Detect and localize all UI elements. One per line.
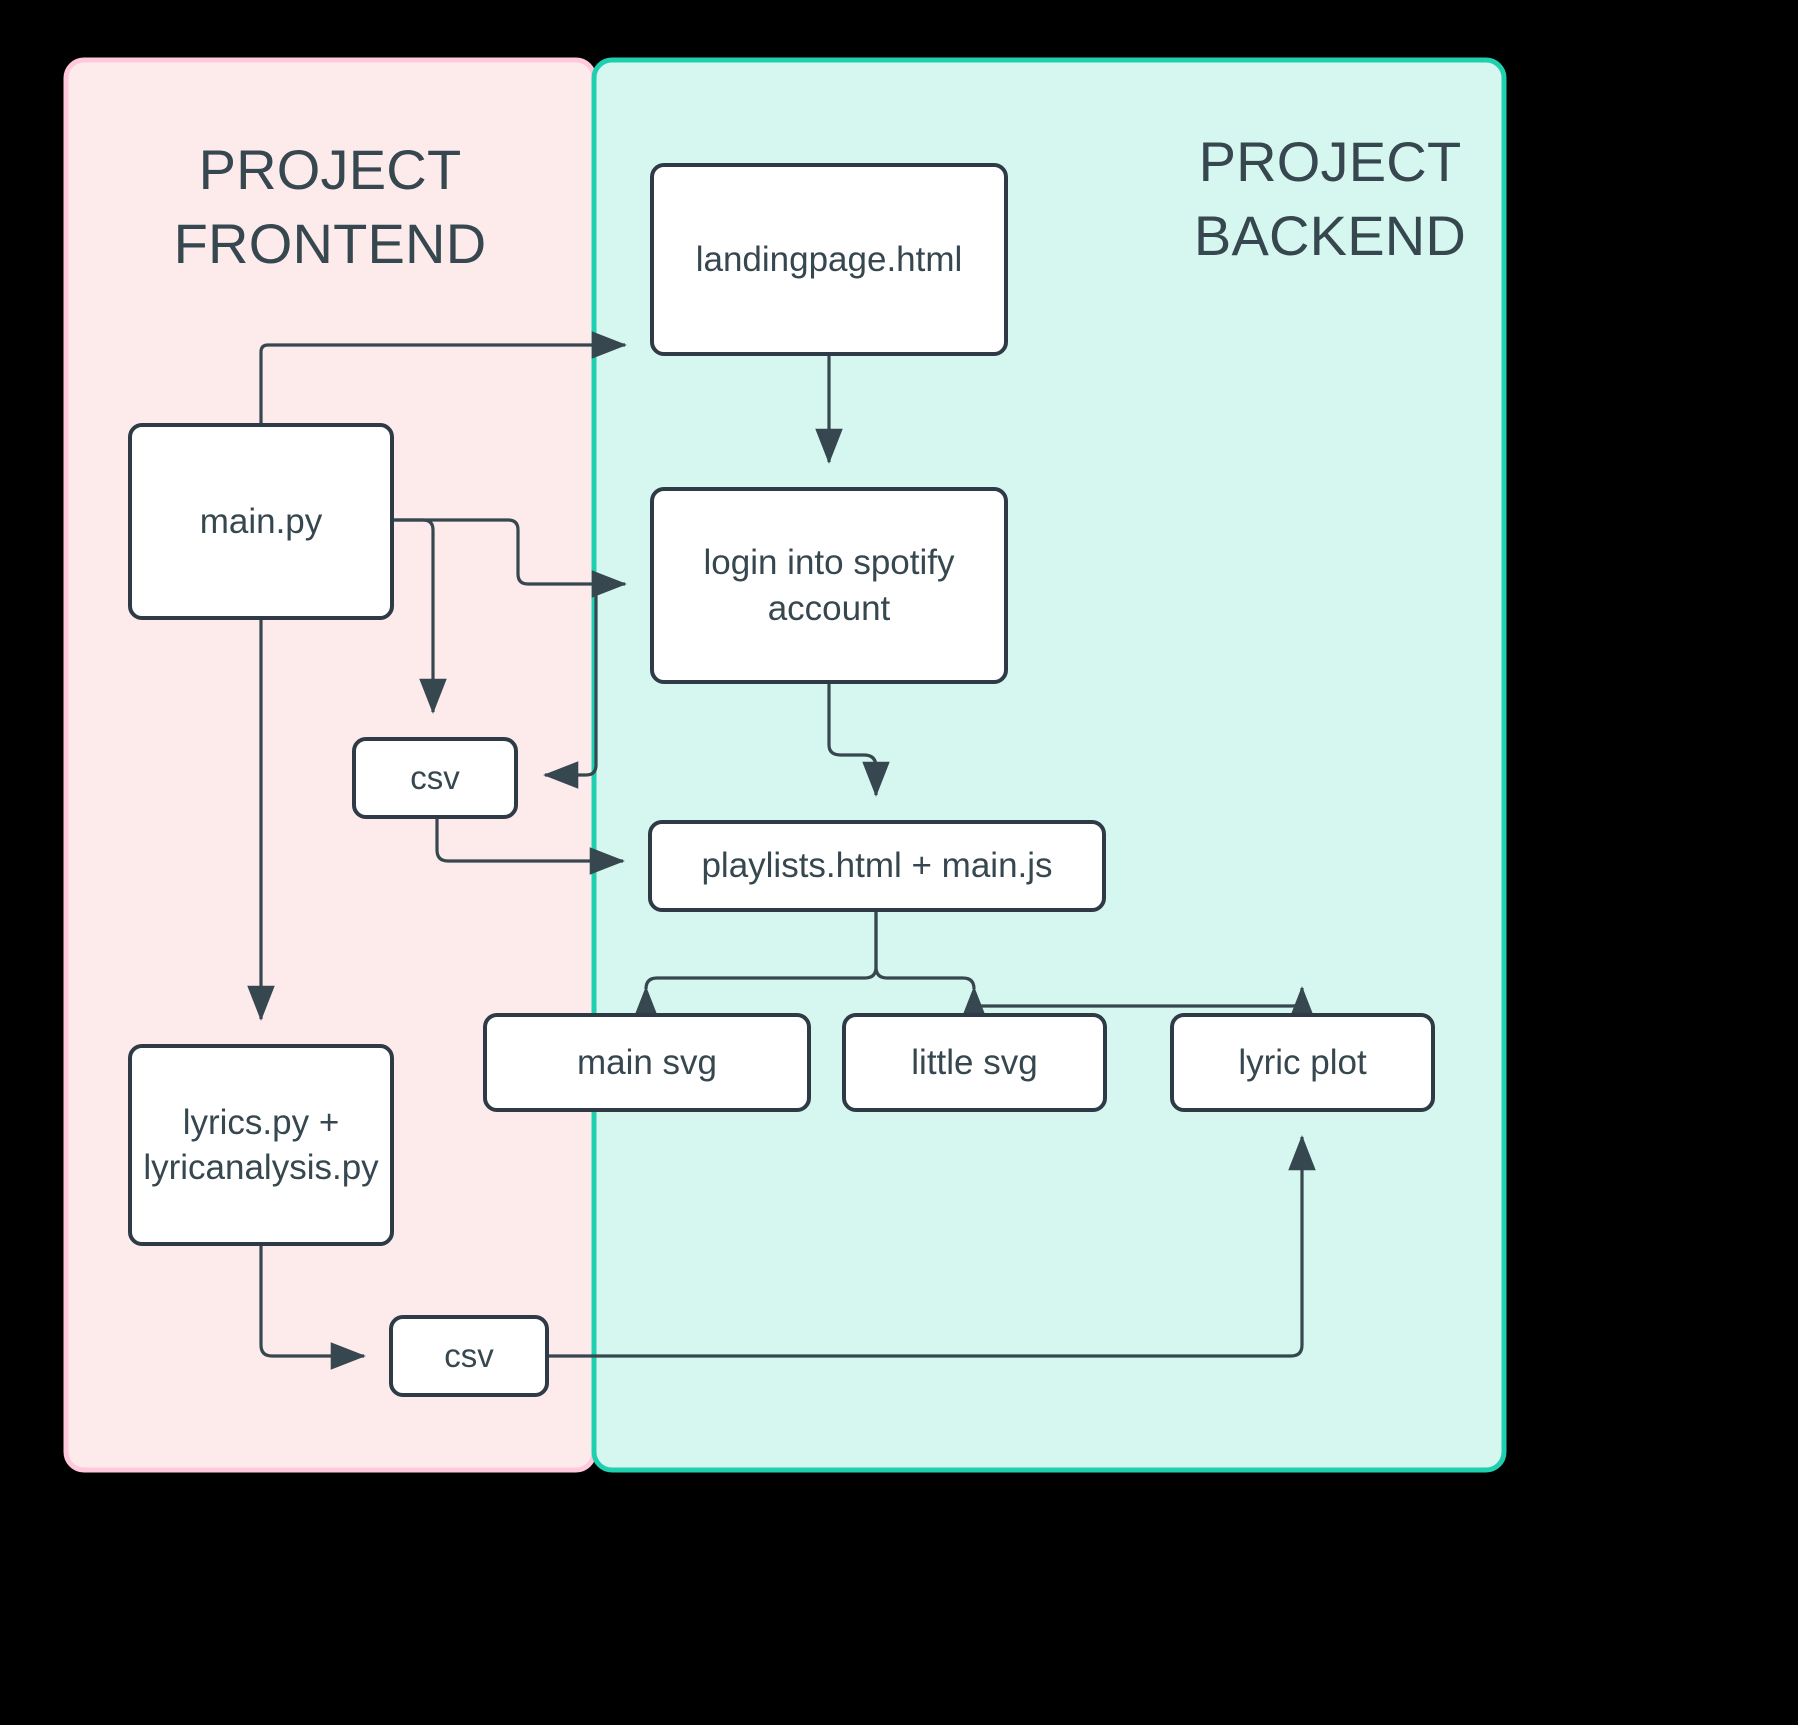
backend-panel-label: PROJECT BACKEND (1193, 130, 1467, 267)
node-main-py[interactable]: main.py (128, 423, 394, 620)
node-landingpage-html[interactable]: landingpage.html (650, 163, 1008, 356)
node-little-svg[interactable]: little svg (842, 1013, 1107, 1112)
diagram-canvas: PROJECT FRONTEND PROJECT BACKEND landing… (0, 0, 1798, 1725)
node-playlists-html-main-js[interactable]: playlists.html + main.js (648, 820, 1106, 912)
node-csv-top[interactable]: csv (352, 737, 518, 819)
node-login-into-spotify-account[interactable]: login into spotify account (650, 487, 1008, 684)
node-main-svg[interactable]: main svg (483, 1013, 811, 1112)
frontend-panel-label: PROJECT FRONTEND (173, 138, 487, 275)
node-lyrics-py-lyricanalysis-py[interactable]: lyrics.py + lyricanalysis.py (128, 1044, 394, 1246)
node-lyric-plot[interactable]: lyric plot (1170, 1013, 1435, 1112)
node-csv-bottom[interactable]: csv (389, 1315, 549, 1397)
